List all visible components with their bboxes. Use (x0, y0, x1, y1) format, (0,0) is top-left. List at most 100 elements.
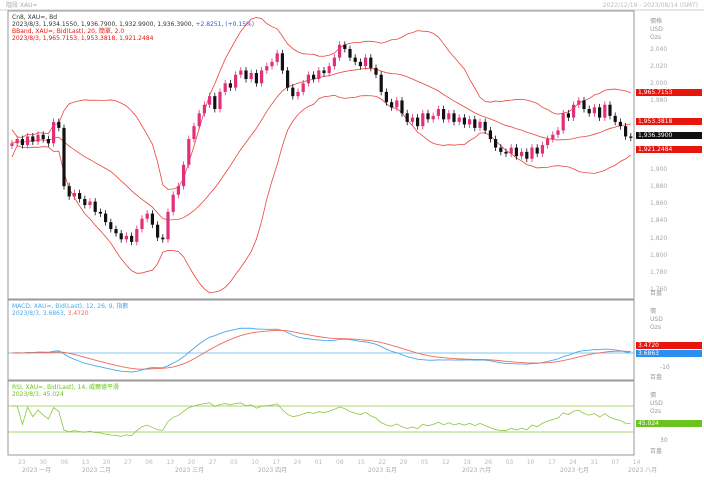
candle-body (457, 117, 461, 122)
rsi-footer: 百盎 (650, 448, 663, 455)
candle-body (488, 130, 492, 140)
month-tick: 2023 七月 (560, 467, 590, 474)
candle-body (546, 139, 550, 146)
candle-body (72, 193, 76, 197)
candle-body (592, 107, 596, 114)
candle-body (405, 113, 409, 122)
month-tick: 2023 六月 (462, 467, 492, 474)
candle-body (119, 233, 123, 240)
rsi-unit-3: Ozs (650, 408, 661, 415)
candle-body (483, 121, 487, 131)
macd-value: 2023/8/3, 3.6863, (12, 310, 66, 317)
candle-body (447, 113, 451, 120)
candle-body (301, 83, 305, 92)
macd-legend-title: MACD, XAU=, Bid(Last), 12, 26, 9, 指數 (12, 303, 129, 310)
date-tick: 03 (505, 459, 514, 466)
month-tick: 2023 三月 (175, 467, 205, 474)
candle-body (478, 121, 482, 128)
candle-body (228, 83, 232, 88)
candle-body (312, 74, 316, 80)
candle-body (306, 74, 310, 84)
price-tick: 1,860 (650, 200, 668, 208)
candle-body (36, 134, 40, 142)
candle-body (15, 139, 19, 144)
candle-body (462, 117, 466, 125)
date-tick: 24 (293, 459, 302, 466)
date-tick: 24 (569, 459, 577, 466)
candle-body (317, 70, 321, 80)
candle-body (93, 201, 97, 212)
date-tick: 20 (102, 459, 111, 466)
price-change: +2.8251, (+0.15%) (195, 21, 255, 28)
candle-body (166, 211, 170, 240)
candle-body (384, 91, 388, 103)
candle-body (520, 151, 524, 157)
candle-body (525, 151, 529, 159)
signal-value: 3.4720 (67, 310, 89, 317)
price-footer: 百盎 (650, 290, 663, 297)
date-tick: 15 (357, 459, 365, 466)
candle-body (135, 229, 139, 242)
bband-legend-values: 2023/8/3, 1,965.7153, 1,953.3818, 1,921.… (12, 35, 154, 42)
candle-body (530, 147, 534, 159)
macd-unit-3: Ozs (650, 324, 661, 331)
price-tick: 2,020 (650, 63, 668, 71)
date-tick: 22 (378, 459, 387, 466)
candle-body (296, 91, 300, 97)
bb-upper-tag: 1,965.7153 (636, 89, 702, 96)
candle-body (46, 139, 50, 144)
date-tick: 05 (420, 459, 429, 466)
candle-body (504, 151, 508, 154)
candle-body (582, 100, 586, 110)
candle-body (31, 136, 35, 142)
date-tick: 29 (399, 459, 408, 466)
date-tick: 17 (548, 459, 556, 466)
last-price-tag: 1,936.3900 (636, 132, 702, 139)
candle-body (249, 73, 253, 80)
month-tick: 2023 四月 (258, 467, 288, 474)
bband-middle-line (11, 68, 631, 221)
date-tick: 01 (314, 459, 323, 466)
candle-body (78, 193, 82, 200)
candle-body (197, 113, 201, 127)
date-tick: 06 (60, 459, 69, 466)
rsi-unit-1: 價 (650, 392, 657, 399)
rsi-legend-title: RSI, XAU=, Bid(Last), 14, 威爾德平滑 (12, 384, 120, 391)
candle-body (332, 57, 336, 67)
candle-body (598, 107, 602, 118)
candle-body (421, 113, 425, 127)
candle-body (348, 49, 352, 58)
chart-canvas[interactable] (0, 0, 704, 480)
macd-line (11, 327, 631, 373)
candle-body (161, 237, 165, 240)
bb-lower-tag: 1,921.2484 (636, 146, 702, 153)
date-tick: 14 (632, 459, 641, 466)
candle-body (358, 61, 362, 67)
candle-body (624, 126, 628, 137)
macd-tag: 3.6863 (636, 350, 702, 357)
rsi-panel-frame (7, 380, 635, 456)
candle-body (67, 186, 71, 197)
candle-body (353, 57, 357, 62)
candle-body (10, 143, 14, 146)
date-tick: 30 (39, 459, 47, 466)
candle-body (369, 57, 373, 68)
price-tick: 1,780 (650, 268, 668, 276)
price-unit-2: USD (650, 26, 663, 33)
month-tick: 2023 五月 (368, 467, 398, 474)
macd-tick: -10 (660, 364, 670, 371)
candle-body (431, 115, 435, 120)
date-tick: 08 (336, 459, 344, 466)
candle-body (390, 102, 394, 108)
candle-body (223, 83, 227, 92)
price-tick: 1,980 (650, 97, 668, 105)
candle-body (291, 87, 295, 97)
rsi-unit-2: USD (650, 400, 663, 407)
month-tick: 2023 一月 (22, 467, 52, 474)
candle-body (218, 91, 222, 110)
macd-unit-2: USD (650, 316, 663, 323)
candle-body (416, 117, 420, 127)
candle-body (514, 147, 518, 157)
rsi-tag: 45.024 (636, 420, 702, 427)
date-tick: 31 (590, 459, 599, 466)
